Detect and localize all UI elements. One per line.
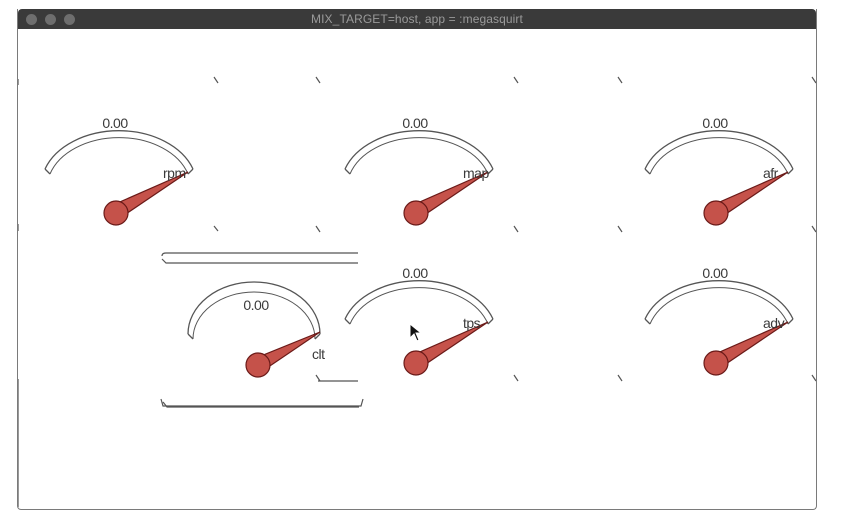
gauge-afr-label: afr <box>763 165 778 181</box>
gauge-afr-value: 0.00 <box>702 115 728 131</box>
gauge-afr-dial <box>644 130 794 226</box>
gauge-adv-dial <box>644 280 794 376</box>
gauge-rpm-label: rpm <box>163 165 186 181</box>
mouse-cursor-icon <box>409 323 423 342</box>
gauge-tps-label: tps <box>463 315 481 331</box>
gauge-afr: 0.00 afr <box>623 77 823 227</box>
title-bar[interactable]: MIX_TARGET=host, app = :megasquirt <box>18 9 816 29</box>
gauge-map: 0.00 map <box>323 77 523 227</box>
gauge-adv-label: adv <box>763 315 785 331</box>
app-window: MIX_TARGET=host, app = :megasquirt 0.00 <box>17 9 817 510</box>
gauge-adv-value: 0.00 <box>702 265 728 281</box>
gauge-tps-value: 0.00 <box>402 265 428 281</box>
gauge-clt-label: clt <box>312 346 325 362</box>
gauge-map-dial <box>344 130 494 226</box>
gauge-map-value: 0.00 <box>402 115 428 131</box>
gauge-panel: 0.00 rpm 0.00 map 0.00 afr 0.00 tps 0.00… <box>18 29 816 509</box>
gauge-rpm-dial <box>44 130 194 226</box>
window-title: MIX_TARGET=host, app = :megasquirt <box>311 12 523 26</box>
gauge-clt-dial <box>187 281 321 378</box>
gauge-clt[interactable]: 0.00 clt <box>170 254 370 404</box>
gauge-adv: 0.00 adv <box>623 227 823 377</box>
gauge-clt-value: 0.00 <box>243 297 269 313</box>
gauge-rpm-value: 0.00 <box>102 115 128 131</box>
gauge-rpm: 0.00 rpm <box>23 77 223 227</box>
gauge-map-label: map <box>463 165 489 181</box>
